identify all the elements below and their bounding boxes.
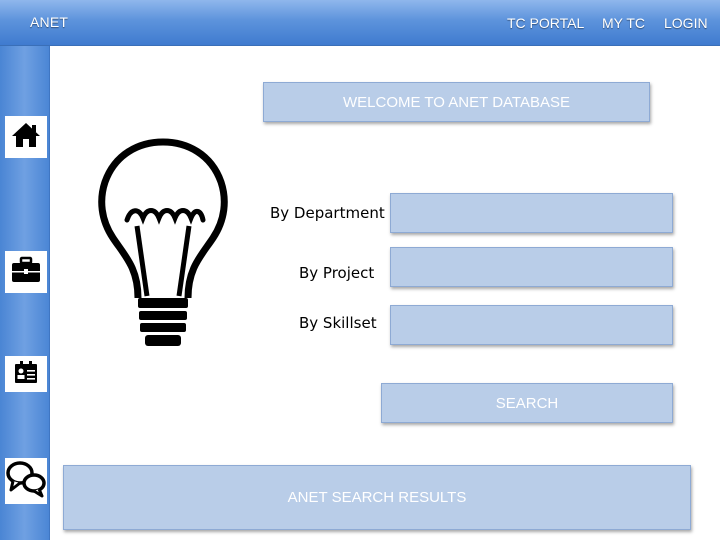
skillset-field[interactable] [390, 305, 673, 345]
project-label: By Project [299, 264, 375, 282]
sidebar-item-briefcase[interactable] [5, 251, 47, 293]
brand-logo[interactable]: ANET [30, 14, 68, 30]
search-results-panel: ANET SEARCH RESULTS [63, 465, 691, 530]
sidebar [0, 46, 50, 540]
welcome-banner: WELCOME TO ANET DATABASE [263, 82, 650, 122]
nav-tc-portal[interactable]: TC PORTAL [507, 15, 584, 31]
sidebar-item-chat[interactable] [5, 458, 47, 504]
skillset-label: By Skillset [299, 314, 377, 332]
id-card-icon [14, 360, 38, 389]
project-field[interactable] [390, 247, 673, 287]
nav-login[interactable]: LOGIN [664, 15, 708, 31]
lightbulb-icon [95, 138, 231, 355]
department-field[interactable] [390, 193, 673, 233]
department-label: By Department [270, 204, 385, 222]
top-bar: ANET TC PORTAL MY TC LOGIN [0, 0, 720, 46]
chat-icon [5, 459, 47, 504]
nav-my-tc[interactable]: MY TC [602, 15, 645, 31]
briefcase-icon [10, 256, 42, 289]
home-icon [11, 121, 41, 154]
search-button[interactable]: SEARCH [381, 383, 673, 423]
sidebar-item-id-card[interactable] [5, 356, 47, 392]
sidebar-item-home[interactable] [5, 116, 47, 158]
